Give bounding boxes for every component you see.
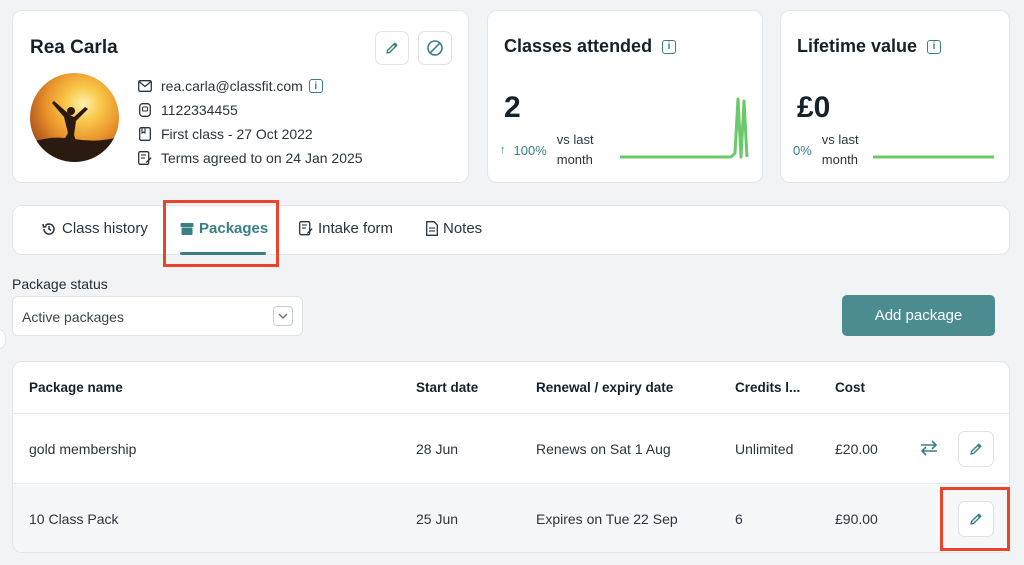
packages-table: Package name Start date Renewal / expiry… [12, 361, 1010, 553]
table-row[interactable]: 10 Class Pack 25 Jun Expires on Tue 22 S… [13, 485, 1009, 552]
edit-button-highlight [940, 487, 1010, 551]
chevron-down-icon[interactable] [273, 306, 293, 326]
packages-tab-highlight [163, 200, 279, 267]
header-credits: Credits l... [735, 380, 801, 395]
lifetime-change: 0% vs last month [793, 130, 872, 170]
first-class-row: First class - 27 Oct 2022 [137, 126, 313, 142]
lifetime-value-amount: £0 [797, 91, 831, 124]
info-icon[interactable]: i [927, 39, 942, 54]
tab-intake-form[interactable]: Intake form [299, 220, 393, 237]
lifetime-value-label: Lifetime value [797, 36, 918, 56]
classes-attended-value: 2 [504, 91, 521, 124]
bookmark-icon [137, 126, 153, 142]
cell-package-name: 10 Class Pack [29, 511, 119, 527]
phone-row: 1122334455 [137, 102, 238, 118]
cell-package-name: gold membership [29, 441, 137, 457]
cell-credits: Unlimited [735, 441, 794, 457]
email-text: rea.carla@classfit.com [161, 78, 303, 94]
pencil-icon [386, 42, 398, 54]
lifetime-sparkline [873, 155, 994, 159]
terms-row: Terms agreed to on 24 Jan 2025 [137, 150, 363, 166]
tab-label: Class history [62, 220, 148, 237]
classes-attended-label: Classes attended [504, 36, 653, 56]
trend-up-icon: ↑ [500, 144, 506, 156]
cell-cost: £20.00 [835, 441, 878, 457]
edit-profile-button[interactable] [375, 31, 409, 65]
profile-tabs: Class history Packages Intake form Notes [12, 205, 1010, 255]
classes-attended-title: Classes attended i [504, 36, 677, 57]
edit-package-button[interactable] [958, 431, 994, 467]
tab-label: Intake form [318, 220, 394, 237]
form-icon [299, 221, 313, 236]
profile-card: Rea Carla rea.carla@classfit.com i 11223… [12, 10, 469, 183]
cell-renewal: Expires on Tue 22 Sep [536, 511, 678, 527]
header-package-name: Package name [29, 380, 123, 395]
swap-icon[interactable] [919, 439, 939, 462]
table-row[interactable]: gold membership 28 Jun Renews on Sat 1 A… [13, 415, 1009, 484]
add-package-button[interactable]: Add package [842, 295, 995, 336]
block-customer-button[interactable] [418, 31, 452, 65]
lifetime-value-card: Lifetime value i £0 0% vs last month [780, 10, 1010, 183]
cell-cost: £90.00 [835, 511, 878, 527]
pencil-icon [970, 443, 982, 455]
terms-text: Terms agreed to on 24 Jan 2025 [161, 150, 363, 166]
document-edit-icon [137, 150, 153, 166]
header-start-date: Start date [416, 380, 479, 395]
table-header: Package name Start date Renewal / expiry… [13, 362, 1009, 414]
classes-change: ↑ 100% vs last month [500, 130, 607, 170]
tab-label: Notes [443, 220, 483, 237]
history-icon [41, 221, 57, 237]
sidebar-handle[interactable] [0, 329, 6, 349]
mail-icon [137, 78, 153, 94]
classes-change-percent: ↑ 100% [500, 143, 547, 158]
cell-start-date: 28 Jun [416, 441, 459, 457]
header-cost: Cost [835, 380, 865, 395]
notes-icon [426, 221, 438, 236]
header-renewal-expiry: Renewal / expiry date [536, 380, 674, 395]
block-icon [427, 40, 443, 56]
classes-sparkline [620, 97, 749, 159]
phone-icon [137, 102, 153, 118]
package-status-label: Package status [12, 276, 108, 292]
first-class-text: First class - 27 Oct 2022 [161, 126, 313, 142]
package-status-select[interactable]: Active packages [12, 296, 303, 336]
email-row: rea.carla@classfit.com i [137, 78, 323, 94]
avatar [30, 73, 119, 162]
tab-notes[interactable]: Notes [426, 220, 482, 237]
package-status-value: Active packages [22, 309, 124, 325]
classes-attended-card: Classes attended i 2 ↑ 100% vs last mont… [487, 10, 763, 183]
classes-vs-text: vs last month [556, 132, 594, 167]
tab-class-history[interactable]: Class history [41, 220, 148, 237]
lifetime-vs-text: vs last month [821, 132, 859, 167]
classes-change-value: 100% [513, 142, 547, 158]
cell-renewal: Renews on Sat 1 Aug [536, 441, 671, 457]
cell-start-date: 25 Jun [416, 511, 459, 527]
cell-credits: 6 [735, 511, 743, 527]
info-icon[interactable]: i [308, 79, 323, 93]
info-icon[interactable]: i [662, 39, 677, 54]
customer-name: Rea Carla [30, 37, 118, 58]
lifetime-change-percent: 0% [793, 142, 812, 158]
lifetime-value-title: Lifetime value i [797, 36, 942, 57]
phone-text: 1122334455 [161, 102, 238, 118]
